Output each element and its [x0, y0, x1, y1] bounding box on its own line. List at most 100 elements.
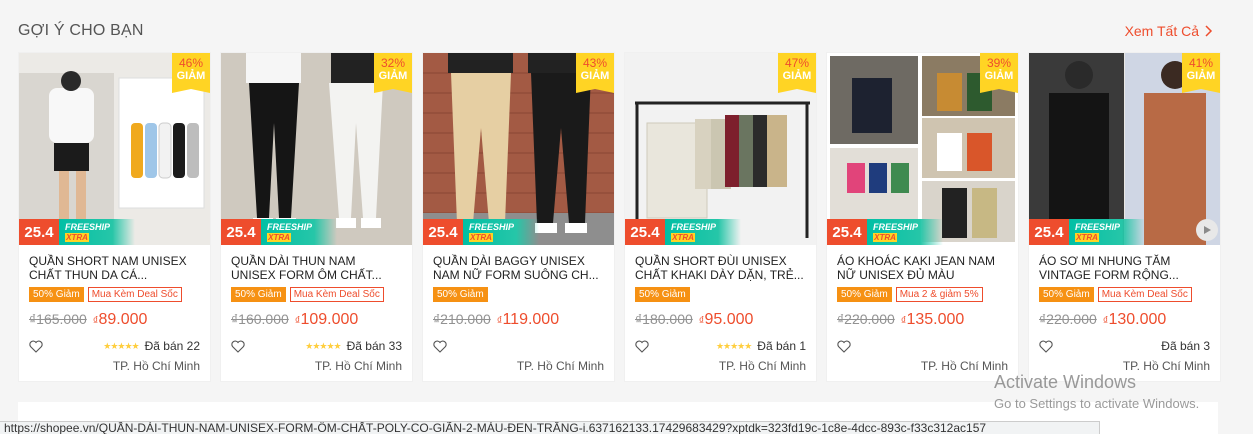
- product-image[interactable]: 39% GIẢM 25.4 FREESHIP XTRA: [827, 53, 1018, 245]
- sale-price: ₫89.000: [92, 311, 148, 328]
- product-card[interactable]: 39% GIẢM 25.4 FREESHIP XTRA ÁO KHOÁC KAK…: [826, 52, 1019, 382]
- promo-strip: 25.4 FREESHIP XTRA: [19, 219, 210, 245]
- product-badges: 50% Giảm: [423, 287, 614, 304]
- product-name[interactable]: ÁO SƠ MI NHUNG TĂM VINTAGE FORM RỘNG...: [1029, 245, 1220, 287]
- meta-row: ★★★★★ Đã bán 33: [221, 338, 412, 354]
- product-name[interactable]: QUẦN DÀI BAGGY UNISEX NAM NỮ FORM SUÔNG …: [423, 245, 614, 287]
- product-badges: 50% Giảm: [625, 287, 816, 304]
- product-name[interactable]: QUẦN DÀI THUN NAM UNISEX FORM ÔM CHẤT...: [221, 245, 412, 287]
- product-card[interactable]: 43% GIẢM 25.4 FREESHIP XTRA QUẦN DÀI BAG…: [422, 52, 615, 382]
- discount-label: 50% Giảm: [29, 287, 84, 302]
- sale-price: ₫109.000: [294, 311, 359, 328]
- product-name[interactable]: QUẦN SHORT NAM UNISEX CHẤT THUN DA CÁ...: [19, 245, 210, 287]
- sale-price: ₫130.000: [1102, 311, 1167, 328]
- location: TP. Hồ Chí Minh: [314, 359, 402, 373]
- sale-tag: 25.4: [423, 219, 463, 245]
- deal-label: Mua Kèm Deal Sốc: [289, 287, 384, 302]
- location: TP. Hồ Chí Minh: [516, 359, 604, 373]
- promo-strip: 25.4 FREESHIP XTRA: [423, 219, 614, 245]
- product-image[interactable]: 41% GIẢM 25.4 FREESHIP XTRA: [1029, 53, 1220, 245]
- location: TP. Hồ Chí Minh: [112, 359, 200, 373]
- play-icon: [1204, 226, 1211, 234]
- product-image[interactable]: 43% GIẢM 25.4 FREESHIP XTRA: [423, 53, 614, 245]
- meta-row: ★★★★★ Đã bán 22: [19, 338, 210, 354]
- meta-row: Đã bán 3: [1029, 338, 1220, 354]
- original-price: ₫220.000: [837, 311, 895, 327]
- discount-badge: 43% GIẢM: [576, 53, 614, 93]
- product-image[interactable]: 32% GIẢM 25.4 FREESHIP XTRA: [221, 53, 412, 245]
- deal-label: Mua Kèm Deal Sốc: [1097, 287, 1192, 302]
- discount-label: 50% Giảm: [1039, 287, 1094, 302]
- discount-badge: 41% GIẢM: [1182, 53, 1220, 93]
- discount-label: 50% Giảm: [837, 287, 892, 302]
- sale-price: ₫95.000: [698, 311, 754, 328]
- original-price: ₫180.000: [635, 311, 693, 327]
- location: TP. Hồ Chí Minh: [920, 359, 1008, 373]
- meta-row: [827, 338, 1018, 354]
- heart-icon[interactable]: [29, 340, 43, 353]
- original-price: ₫165.000: [29, 311, 87, 327]
- watermark-title: Activate Windows: [994, 372, 1137, 392]
- deal-label: Mua Kèm Deal Sốc: [87, 287, 182, 302]
- product-grid: 46% GIẢM 25.4 FREESHIP XTRA QUẦN SHORT N…: [18, 52, 1221, 382]
- product-badges: 50% Giảm Mua Kèm Deal Sốc: [19, 287, 210, 304]
- product-image[interactable]: 46% GIẢM 25.4 FREESHIP XTRA: [19, 53, 210, 245]
- meta-row: [423, 338, 614, 354]
- product-card[interactable]: 47% GIẢM 25.4 FREESHIP XTRA QUẦN SHORT Đ…: [624, 52, 817, 382]
- product-badges: 50% Giảm Mua 2 & giảm 5%: [827, 287, 1018, 304]
- freeship-badge: FREESHIP XTRA: [665, 219, 741, 245]
- rating-stars: ★★★★★: [305, 340, 341, 351]
- see-all-link[interactable]: Xem Tất Cả: [1125, 23, 1213, 39]
- sale-price: ₫135.000: [900, 311, 965, 328]
- promo-strip: 25.4 FREESHIP XTRA: [827, 219, 1018, 245]
- heart-icon[interactable]: [837, 340, 851, 353]
- product-badges: 50% Giảm Mua Kèm Deal Sốc: [1029, 287, 1220, 304]
- sale-tag: 25.4: [1029, 219, 1069, 245]
- rating-stars: ★★★★★: [103, 340, 139, 351]
- sale-tag: 25.4: [827, 219, 867, 245]
- discount-badge: 46% GIẢM: [172, 53, 210, 93]
- heart-icon[interactable]: [231, 340, 245, 353]
- freeship-badge: FREESHIP XTRA: [867, 219, 943, 245]
- watermark-subtitle: Go to Settings to activate Windows.: [994, 396, 1200, 411]
- section-header: GỢI Ý CHO BẠN Xem Tất Cả: [18, 20, 1213, 42]
- meta-row: ★★★★★ Đã bán 1: [625, 338, 816, 354]
- price-row: ₫220.000 ₫135.000: [827, 311, 1018, 329]
- original-price: ₫220.000: [1039, 311, 1097, 327]
- price-row: ₫210.000 ₫119.000: [423, 311, 614, 329]
- sale-price: ₫119.000: [496, 311, 560, 328]
- sold-count: Đã bán 33: [346, 339, 402, 353]
- freeship-badge: FREESHIP XTRA: [59, 219, 135, 245]
- discount-badge: 39% GIẢM: [980, 53, 1018, 93]
- price-row: ₫180.000 ₫95.000: [625, 311, 816, 329]
- price-row: ₫165.000 ₫89.000: [19, 311, 210, 329]
- product-name[interactable]: QUẦN SHORT ĐÙI UNISEX CHẤT KHAKI DÀY DẶN…: [625, 245, 816, 287]
- heart-icon[interactable]: [635, 340, 649, 353]
- discount-badge: 47% GIẢM: [778, 53, 816, 93]
- product-card[interactable]: 32% GIẢM 25.4 FREESHIP XTRA QUẦN DÀI THU…: [220, 52, 413, 382]
- price-row: ₫220.000 ₫130.000: [1029, 311, 1220, 329]
- deal-label: Mua 2 & giảm 5%: [895, 287, 983, 302]
- price-row: ₫160.000 ₫109.000: [221, 311, 412, 329]
- sold-count: Đã bán 1: [757, 339, 806, 353]
- sale-tag: 25.4: [625, 219, 665, 245]
- location: TP. Hồ Chí Minh: [718, 359, 806, 373]
- product-image[interactable]: 47% GIẢM 25.4 FREESHIP XTRA: [625, 53, 816, 245]
- discount-label: 50% Giảm: [635, 287, 690, 302]
- discount-label: 50% Giảm: [231, 287, 286, 302]
- status-bar-url: https://shopee.vn/QUẦN-DÀI-THUN-NAM-UNIS…: [0, 421, 1100, 434]
- heart-icon[interactable]: [1039, 340, 1053, 353]
- discount-label: 50% Giảm: [433, 287, 488, 302]
- product-card[interactable]: 46% GIẢM 25.4 FREESHIP XTRA QUẦN SHORT N…: [18, 52, 211, 382]
- product-card[interactable]: 41% GIẢM 25.4 FREESHIP XTRA ÁO SƠ MI NHU…: [1028, 52, 1221, 382]
- heart-icon[interactable]: [433, 340, 447, 353]
- sale-tag: 25.4: [19, 219, 59, 245]
- carousel-next-button[interactable]: [1196, 219, 1218, 241]
- sold-count: Đã bán 3: [1161, 339, 1210, 353]
- freeship-badge: FREESHIP XTRA: [463, 219, 539, 245]
- freeship-badge: FREESHIP XTRA: [1069, 219, 1145, 245]
- original-price: ₫160.000: [231, 311, 289, 327]
- product-name[interactable]: ÁO KHOÁC KAKI JEAN NAM NỮ UNISEX ĐỦ MÀU: [827, 245, 1018, 287]
- chevron-right-icon: [1205, 25, 1213, 37]
- section-title: GỢI Ý CHO BẠN: [18, 22, 144, 39]
